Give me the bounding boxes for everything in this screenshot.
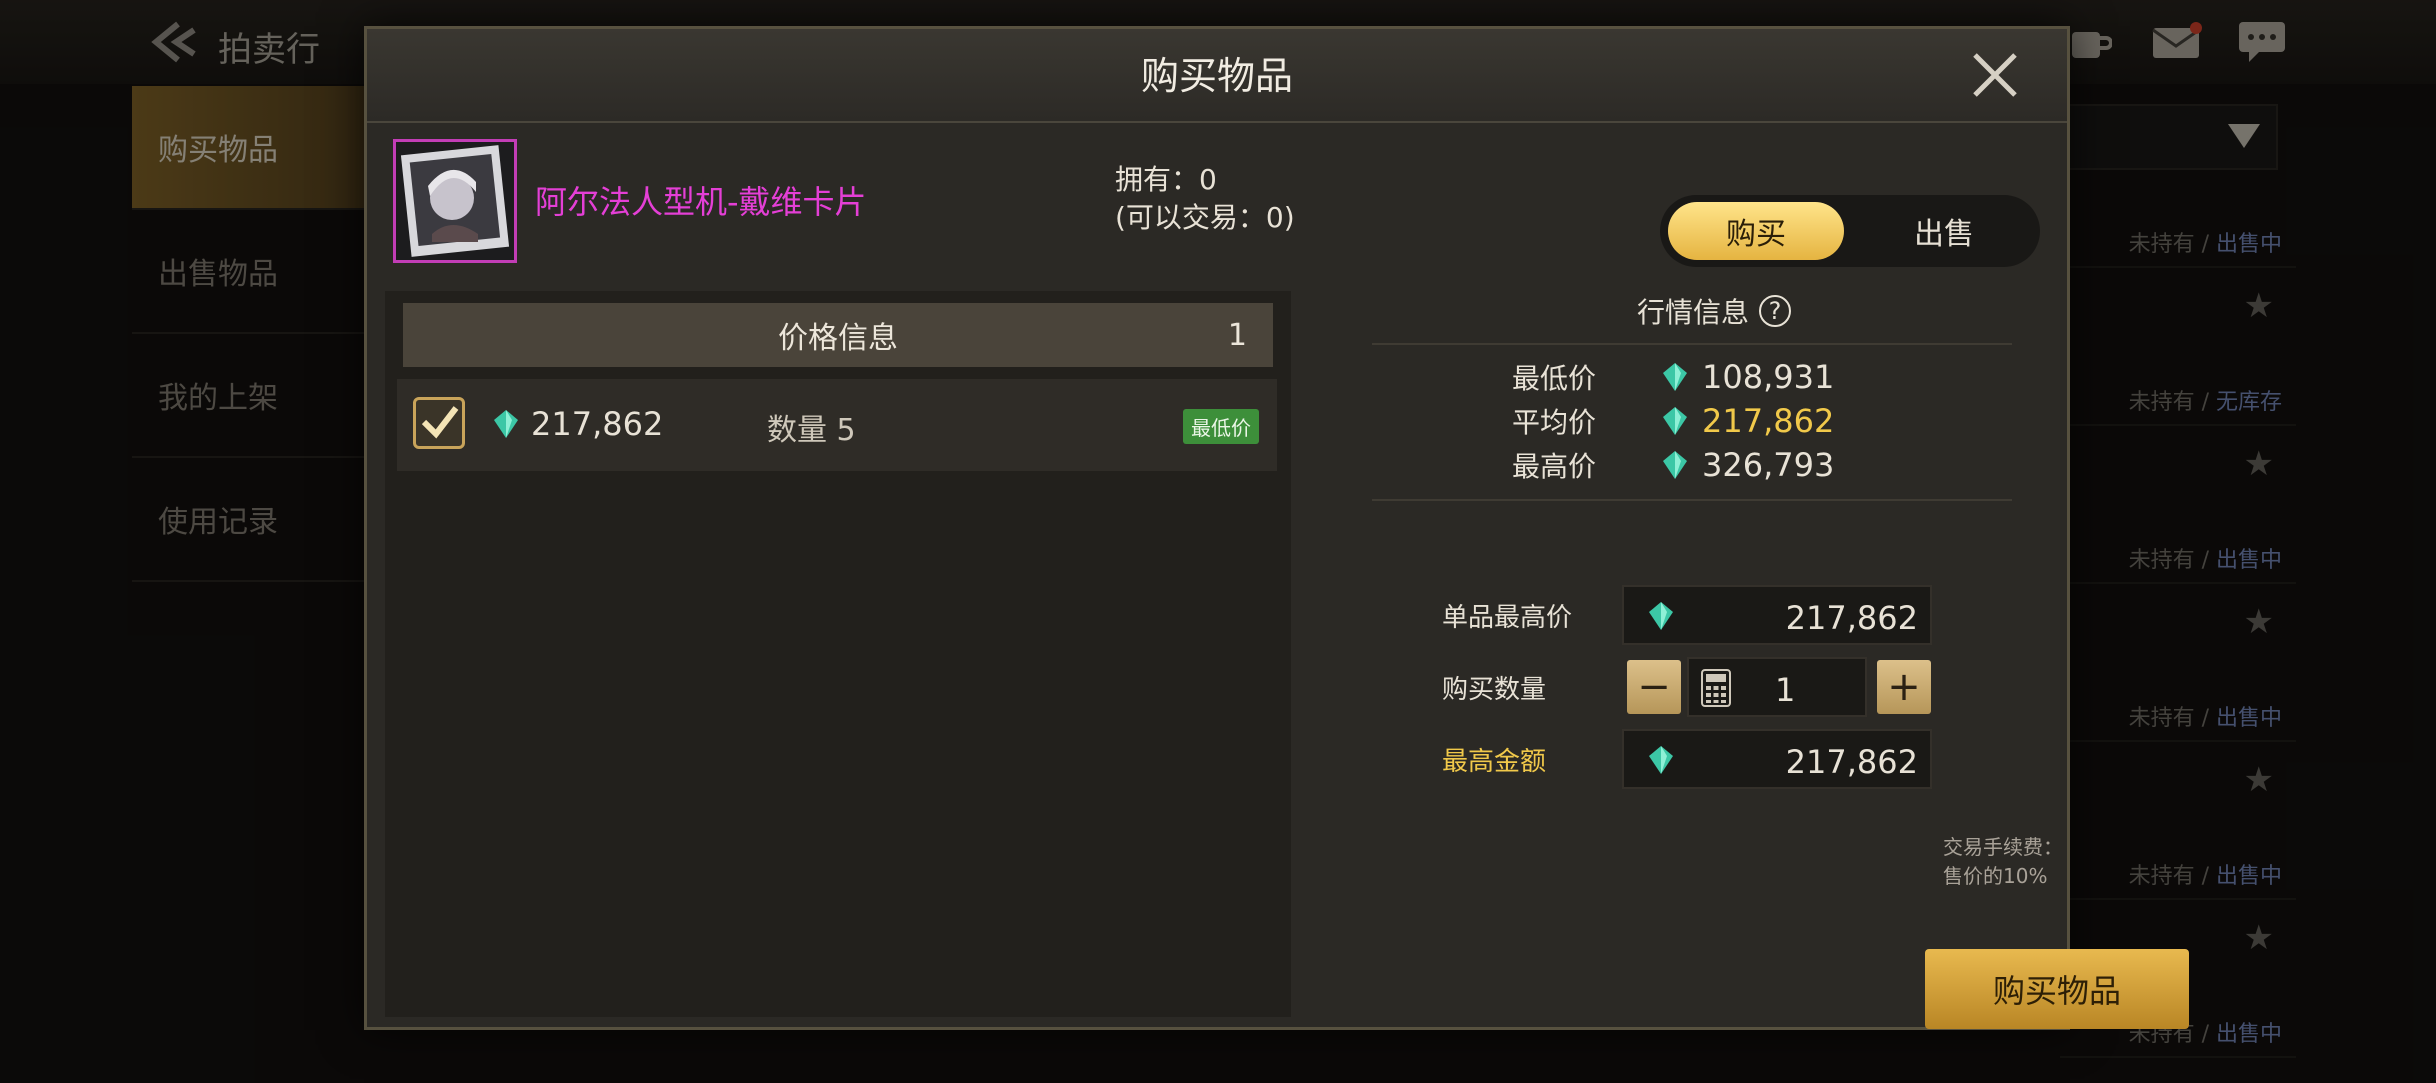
listing-price: 217,862 bbox=[531, 405, 664, 443]
price-info-count: 1 bbox=[1227, 317, 1247, 353]
divider bbox=[1372, 343, 2012, 345]
modal-title: 购买物品 bbox=[1140, 54, 1293, 98]
item-thumbnail bbox=[393, 139, 517, 263]
gem-icon bbox=[1663, 363, 1687, 391]
checkmark-icon bbox=[421, 406, 459, 439]
modal-header: 购买物品 bbox=[367, 29, 2067, 123]
help-icon[interactable]: ? bbox=[1759, 295, 1792, 327]
increase-quantity-button[interactable]: + bbox=[1877, 660, 1931, 714]
listing-quantity: 数量 5 bbox=[767, 413, 856, 448]
owned-count: 拥有：0 (可以交易：0) bbox=[1115, 161, 1295, 237]
unit-max-price-label: 单品最高价 bbox=[1442, 602, 1573, 633]
price-list-panel: 价格信息 1 217,862 数量 5 最低价 bbox=[385, 291, 1291, 1017]
gem-icon bbox=[494, 410, 518, 438]
quantity-row: 购买数量 bbox=[1442, 657, 1602, 717]
unit-max-price-row: 单品最高价 bbox=[1442, 585, 1602, 645]
calculator-icon[interactable] bbox=[1701, 669, 1731, 707]
price-info-header: 价格信息 1 bbox=[403, 303, 1273, 367]
quantity-label: 购买数量 bbox=[1442, 674, 1547, 705]
average-price-value: 217,862 bbox=[1702, 402, 1835, 440]
market-info-label: 行情信息 bbox=[1637, 296, 1750, 329]
max-total-row: 最高金额 bbox=[1442, 729, 1602, 789]
max-total-value: 217,862 bbox=[1785, 743, 1918, 781]
unit-max-price-field[interactable]: 217,862 bbox=[1622, 585, 1932, 645]
tab-sell[interactable]: 出售 bbox=[1856, 202, 2032, 260]
item-name: 阿尔法人型机-戴维卡片 bbox=[535, 183, 867, 221]
market-info-title: 行情信息 ? bbox=[1637, 291, 1792, 331]
quantity-value: 1 bbox=[1775, 671, 1796, 709]
divider bbox=[1372, 499, 2012, 501]
price-info-title: 价格信息 bbox=[778, 321, 898, 356]
lowest-price-badge: 最低价 bbox=[1183, 409, 1259, 444]
average-price-label: 平均价 bbox=[1512, 406, 1597, 439]
lowest-price-row: 最低价 108,931 bbox=[1512, 357, 1834, 397]
buy-modal: 购买物品 阿尔法人型机-戴维卡片 拥有：0 (可以交易：0) 购买 出售 价格信… bbox=[364, 26, 2189, 1030]
buy-sell-toggle: 购买 出售 bbox=[1660, 195, 2040, 267]
tradable-label: (可以交易：0) bbox=[1115, 201, 1295, 234]
gem-icon bbox=[1649, 602, 1673, 630]
buy-item-button[interactable]: 购买物品 bbox=[1925, 949, 2189, 1029]
listing-checkbox[interactable] bbox=[413, 397, 465, 449]
gem-icon bbox=[1649, 746, 1673, 774]
fee-note: 交易手续费：售价的10% bbox=[1943, 835, 2063, 888]
lowest-price-label: 最低价 bbox=[1512, 362, 1597, 395]
max-total-label: 最高金额 bbox=[1442, 746, 1547, 777]
tab-buy[interactable]: 购买 bbox=[1668, 202, 1844, 260]
highest-price-row: 最高价 326,793 bbox=[1512, 445, 1834, 485]
unit-max-price-value: 217,862 bbox=[1785, 599, 1918, 637]
owned-label: 拥有：0 bbox=[1115, 163, 1217, 196]
gem-icon bbox=[1663, 407, 1687, 435]
listing-row[interactable]: 217,862 数量 5 最低价 bbox=[397, 379, 1277, 471]
quantity-field[interactable]: 1 bbox=[1687, 657, 1867, 717]
highest-price-value: 326,793 bbox=[1702, 446, 1835, 484]
lowest-price-value: 108,931 bbox=[1702, 358, 1835, 396]
close-icon[interactable] bbox=[1969, 49, 2021, 101]
item-info: 阿尔法人型机-戴维卡片 拥有：0 (可以交易：0) 购买 出售 bbox=[385, 139, 2053, 285]
gem-icon bbox=[1663, 451, 1687, 479]
decrease-quantity-button[interactable]: − bbox=[1627, 660, 1681, 714]
highest-price-label: 最高价 bbox=[1512, 450, 1597, 483]
average-price-row: 平均价 217,862 bbox=[1512, 401, 1834, 441]
max-total-field: 217,862 bbox=[1622, 729, 1932, 789]
